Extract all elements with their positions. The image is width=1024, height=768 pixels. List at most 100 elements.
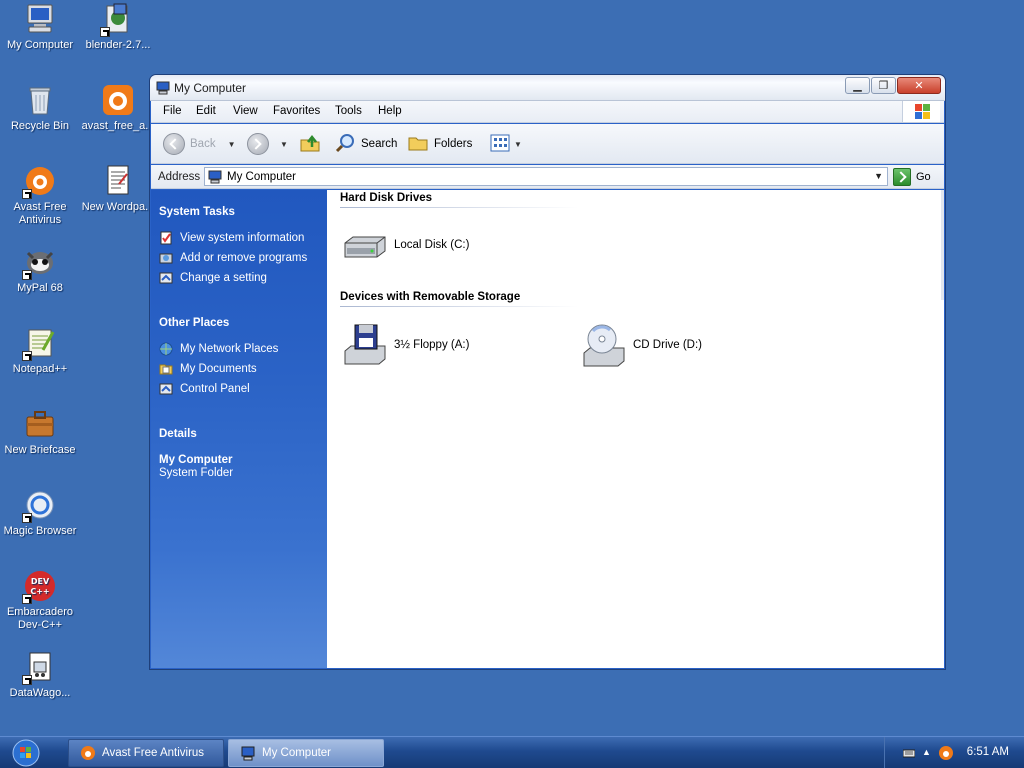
installer-icon: [100, 2, 135, 37]
system-tasks-title[interactable]: System Tasks: [159, 206, 324, 218]
task-view-system-information[interactable]: View system information: [159, 228, 324, 248]
add-remove-programs-icon: [159, 251, 173, 265]
avast-tray-icon[interactable]: [938, 745, 954, 761]
views-dropdown-icon[interactable]: ▼: [514, 140, 522, 149]
taskbar-item-avast[interactable]: Avast Free Antivirus: [68, 739, 224, 767]
desktop-icon-label: Notepad++: [12, 363, 68, 375]
desktop-icon-notepadpp[interactable]: Notepad++: [1, 326, 79, 376]
title-bar[interactable]: My Computer ▁ ❐ ✕: [150, 75, 945, 101]
shortcut-arrow-icon: [22, 594, 32, 604]
keyboard-icon[interactable]: [902, 747, 916, 759]
content-pane: Hard Disk Drives Local Disk (C:) Devices…: [327, 190, 944, 668]
minimize-button[interactable]: ▁: [845, 77, 870, 94]
close-button[interactable]: ✕: [897, 77, 941, 94]
address-label: Address: [158, 171, 201, 183]
desktop-icon-label: New Wordpa...: [81, 201, 155, 213]
my-computer-window: My Computer ▁ ❐ ✕ File Edit View Favorit…: [149, 74, 946, 670]
go-button[interactable]: Go: [893, 168, 931, 186]
desktop-icon-label: New Briefcase: [4, 444, 76, 456]
mypal-browser-icon: [22, 245, 57, 280]
desktop-icon-datawagon[interactable]: DataWago...: [1, 650, 79, 700]
menu-tools[interactable]: Tools: [335, 105, 362, 117]
desktop-icon-label: avast_free_a...: [81, 120, 155, 132]
address-dropdown-icon[interactable]: ▼: [874, 171, 883, 181]
my-computer-icon: [240, 745, 256, 761]
task-change-setting[interactable]: Change a setting: [159, 268, 324, 288]
task-add-remove-programs[interactable]: Add or remove programs: [159, 248, 324, 268]
menu-view[interactable]: View: [233, 105, 258, 117]
address-input[interactable]: My Computer ▼: [204, 167, 888, 186]
search-button[interactable]: Search: [334, 132, 397, 156]
devcpp-icon: DEV C++: [22, 569, 57, 604]
folders-button[interactable]: Folders: [407, 132, 472, 156]
drive-cd-d[interactable]: CD Drive (D:): [580, 321, 702, 369]
avast-icon: [80, 745, 96, 761]
briefcase-icon: [23, 407, 57, 441]
drive-label: 3½ Floppy (A:): [394, 339, 470, 351]
views-button[interactable]: ▼: [489, 132, 522, 156]
back-label: Back: [190, 138, 216, 150]
place-label: Control Panel: [180, 383, 250, 395]
taskbar: Avast Free Antivirus My Computer ▲ 6:51 …: [0, 736, 1024, 768]
drive-local-disk-c[interactable]: Local Disk (C:): [341, 221, 469, 269]
menu-file[interactable]: File: [163, 105, 182, 117]
windows-logo-icon: [902, 101, 940, 122]
svg-text:DEV: DEV: [31, 577, 50, 586]
menu-favorites[interactable]: Favorites: [273, 105, 320, 117]
desktop-icon-avast-installer[interactable]: avast_free_a...: [79, 83, 157, 133]
shortcut-arrow-icon: [22, 675, 32, 685]
drive-floppy-a[interactable]: 3½ Floppy (A:): [341, 321, 469, 369]
place-control-panel[interactable]: Control Panel: [159, 379, 324, 399]
menu-edit[interactable]: Edit: [196, 105, 216, 117]
folders-label: Folders: [434, 138, 473, 150]
desktop-icon-label: My Computer: [6, 39, 74, 51]
svg-text:C++: C++: [30, 587, 49, 596]
desktop-icon-wordpad-document[interactable]: New Wordpa...: [79, 164, 157, 214]
other-places-title[interactable]: Other Places: [159, 317, 324, 329]
maximize-icon: ❐: [878, 80, 889, 92]
desktop-icon-briefcase[interactable]: New Briefcase: [1, 407, 79, 457]
forward-button[interactable]: ▼: [247, 132, 288, 156]
back-dropdown-icon[interactable]: ▼: [228, 140, 236, 149]
clock[interactable]: 6:51 AM: [967, 746, 1009, 758]
minimize-icon: ▁: [853, 80, 862, 92]
magic-browser-icon: [22, 488, 57, 523]
desktop-icon-devcpp[interactable]: DEV C++ Embarcadero Dev-C++: [1, 569, 79, 632]
back-button[interactable]: Back ▼: [163, 132, 236, 156]
show-hidden-icons-icon[interactable]: ▲: [922, 747, 931, 757]
go-label: Go: [916, 171, 931, 183]
place-label: My Documents: [180, 363, 257, 375]
scrollbar[interactable]: [941, 190, 944, 300]
taskbar-item-my-computer[interactable]: My Computer: [228, 739, 384, 767]
desktop-icon-my-computer[interactable]: My Computer: [1, 2, 79, 52]
desktop-icon-blender-installer[interactable]: blender-2.7...: [79, 2, 157, 52]
desktop-icon-magic-browser[interactable]: Magic Browser: [1, 488, 79, 538]
forward-dropdown-icon[interactable]: ▼: [280, 140, 288, 149]
place-my-documents[interactable]: My Documents: [159, 359, 324, 379]
taskbar-item-label: Avast Free Antivirus: [102, 747, 205, 759]
shortcut-arrow-icon: [100, 27, 110, 37]
system-information-icon: [159, 231, 173, 245]
shortcut-arrow-icon: [22, 513, 32, 523]
forward-arrow-icon: [247, 133, 269, 155]
details-title[interactable]: Details: [159, 428, 324, 440]
address-value: My Computer: [227, 171, 297, 183]
details-section: Details My Computer System Folder: [159, 428, 324, 480]
group-hard-disk-drives: Hard Disk Drives: [340, 192, 433, 204]
start-button[interactable]: [2, 738, 50, 768]
menu-help[interactable]: Help: [378, 105, 402, 117]
address-bar: Address My Computer ▼ Go: [151, 165, 944, 189]
close-icon: ✕: [914, 80, 924, 92]
avast-installer-icon: [101, 83, 135, 117]
desktop-icon-recycle-bin[interactable]: Recycle Bin: [1, 83, 79, 133]
up-folder-button[interactable]: [299, 132, 321, 156]
maximize-button[interactable]: ❐: [871, 77, 896, 94]
window-title: My Computer: [174, 81, 247, 95]
place-my-network-places[interactable]: My Network Places: [159, 339, 324, 359]
desktop-icon-mypal[interactable]: MyPal 68: [1, 245, 79, 295]
desktop-icon-avast[interactable]: Avast Free Antivirus: [1, 164, 79, 227]
cd-drive-icon: [583, 324, 625, 367]
control-panel-icon: [159, 382, 173, 396]
desktop-icon-label: DataWago...: [9, 687, 71, 699]
desktop-icon-label: Magic Browser: [3, 525, 77, 537]
